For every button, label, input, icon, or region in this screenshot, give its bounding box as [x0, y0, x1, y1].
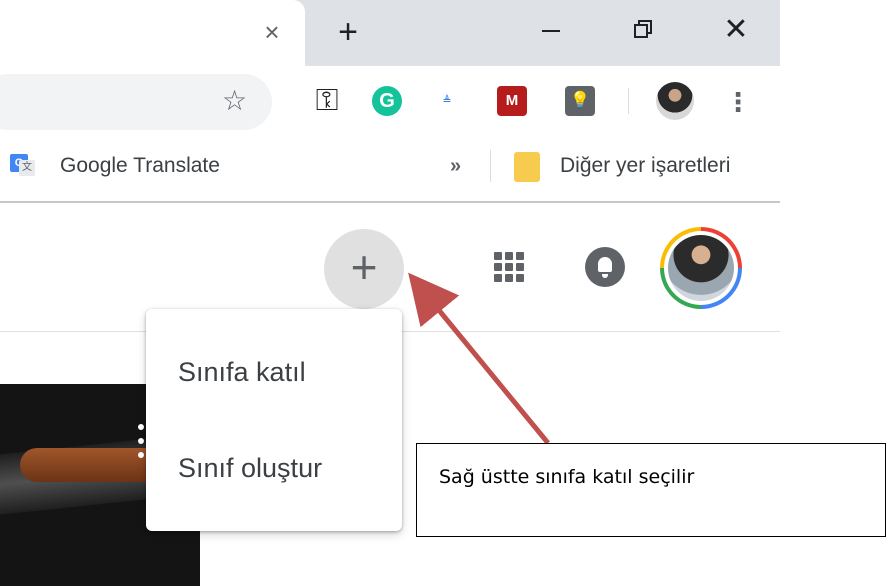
card-more-options-icon[interactable] — [136, 424, 146, 458]
class-actions-menu: Sınıfa katıl Sınıf oluştur — [146, 309, 402, 531]
key-extension-icon[interactable]: ⚿ — [312, 86, 342, 116]
apps-grid-icon[interactable] — [494, 252, 524, 282]
bookmarks-bar: G文 Google Translate » Diğer yer işaretle… — [0, 138, 780, 196]
grammarly-icon[interactable]: G — [372, 86, 402, 116]
menu-item-join-class[interactable]: Sınıfa katıl — [146, 337, 402, 407]
browser-toolbar: ☆ ⚿ G ≜ M 💡 ⋮ — [0, 66, 780, 138]
m-extension-icon[interactable]: M — [497, 86, 527, 116]
profile-avatar[interactable] — [656, 82, 694, 120]
active-tab[interactable]: × — [0, 0, 305, 66]
annotation-callout: Sağ üstte sınıfa katıl seçilir — [416, 443, 886, 537]
bulb-extension-icon[interactable]: 💡 — [565, 86, 595, 116]
google-translate-icon: G文 — [10, 154, 36, 178]
meb-extension-icon[interactable]: ≜ — [432, 86, 462, 116]
chrome-divider — [0, 201, 780, 203]
window-close-icon[interactable]: ✕ — [718, 10, 754, 50]
bookmarks-divider — [490, 150, 491, 182]
menu-item-create-class[interactable]: Sınıf oluştur — [146, 433, 402, 503]
folder-icon — [514, 152, 540, 182]
annotation-arrow-line — [408, 272, 550, 445]
account-avatar[interactable] — [660, 227, 742, 309]
tab-strip: × + ✕ — [0, 0, 780, 66]
other-bookmarks-folder[interactable]: Diğer yer işaretleri — [560, 152, 730, 180]
annotation-text: Sağ üstte sınıfa katıl seçilir — [439, 466, 695, 488]
tab-close-icon[interactable]: × — [258, 14, 286, 50]
restore-icon[interactable] — [628, 14, 658, 48]
avatar-photo — [668, 235, 734, 301]
notifications-bell-icon[interactable] — [585, 247, 625, 287]
minimize-icon[interactable] — [536, 10, 566, 50]
bookmark-star-icon[interactable]: ☆ — [222, 83, 247, 119]
create-or-join-class-button[interactable]: + — [324, 229, 404, 309]
bookmarks-overflow-icon[interactable]: » — [450, 152, 461, 180]
toolbar-divider — [628, 88, 629, 114]
browser-menu-icon[interactable]: ⋮ — [725, 84, 751, 120]
new-tab-button[interactable]: + — [330, 12, 366, 52]
bookmark-google-translate[interactable]: Google Translate — [60, 152, 220, 180]
